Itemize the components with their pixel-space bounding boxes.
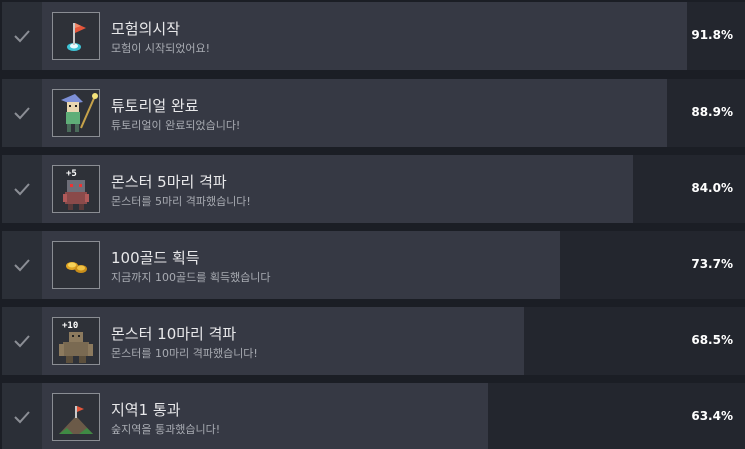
achievement-title: 지역1 통과 [111,401,181,419]
achievement-percent: 73.7% [691,257,733,271]
achievement-percent: 68.5% [691,333,733,347]
ogre-plus10-icon: +10 [53,318,99,364]
achievement-title: 몬스터 5마리 격파 [111,173,227,191]
achievement-percent: 63.4% [691,409,733,423]
achievement-description: 튜토리얼이 완료되었습니다! [111,119,241,132]
monster-plus5-icon: +5 [53,166,99,212]
achievement-description: 몬스터를 10마리 격파했습니다! [111,347,258,360]
achievement-row[interactable]: 모험의시작 모험이 시작되었어요! 91.8% [2,2,745,70]
achievement-title: 튜토리얼 완료 [111,97,199,115]
flag-start-icon [53,13,99,59]
mountain-flag-icon [53,394,99,440]
achievement-row[interactable]: +10 몬스터 10마리 격파 몬스터를 10마리 격파했습니다! 68.5% [2,307,745,375]
achievement-icon-frame [52,89,100,137]
checkmark-icon [14,183,30,196]
achievement-description: 숲지역을 통과했습니다! [111,423,221,436]
unlocked-check-cell [2,383,42,449]
achievement-icon-frame [52,12,100,60]
achievement-percent: 84.0% [691,181,733,195]
achievement-icon-frame: +5 [52,165,100,213]
checkmark-icon [14,335,30,348]
achievement-row[interactable]: +5 몬스터 5마리 격파 몬스터를 5마리 격파했습니다! 84.0% [2,155,745,223]
icon-badge-text: +5 [66,169,77,179]
gold-coins-icon [53,242,99,288]
achievement-title: 모험의시작 [111,20,181,38]
checkmark-icon [14,30,30,43]
unlocked-check-cell [2,307,42,375]
achievement-list: 모험의시작 모험이 시작되었어요! 91.8% 튜토리얼 완료 튜토리얼이 완료… [0,0,745,449]
achievement-percent: 88.9% [691,105,733,119]
achievement-row[interactable]: 튜토리얼 완료 튜토리얼이 완료되었습니다! 88.9% [2,79,745,147]
checkmark-icon [14,411,30,424]
achievement-title: 몬스터 10마리 격파 [111,325,237,343]
unlocked-check-cell [2,2,42,70]
achievement-icon-frame: +10 [52,317,100,365]
achievement-description: 모험이 시작되었어요! [111,42,210,55]
achievement-icon-frame [52,393,100,441]
checkmark-icon [14,259,30,272]
checkmark-icon [14,107,30,120]
hero-character-icon [53,90,99,136]
icon-badge-text: +10 [62,321,78,331]
achievement-percent: 91.8% [691,28,733,42]
achievement-description: 지금까지 100골드를 획득했습니다 [111,271,271,284]
achievement-title: 100골드 획득 [111,249,200,267]
unlocked-check-cell [2,155,42,223]
unlocked-check-cell [2,231,42,299]
achievement-row[interactable]: 지역1 통과 숲지역을 통과했습니다! 63.4% [2,383,745,449]
achievement-row[interactable]: 100골드 획득 지금까지 100골드를 획득했습니다 73.7% [2,231,745,299]
unlocked-check-cell [2,79,42,147]
achievement-icon-frame [52,241,100,289]
achievement-description: 몬스터를 5마리 격파했습니다! [111,195,251,208]
progress-bar [42,383,488,449]
